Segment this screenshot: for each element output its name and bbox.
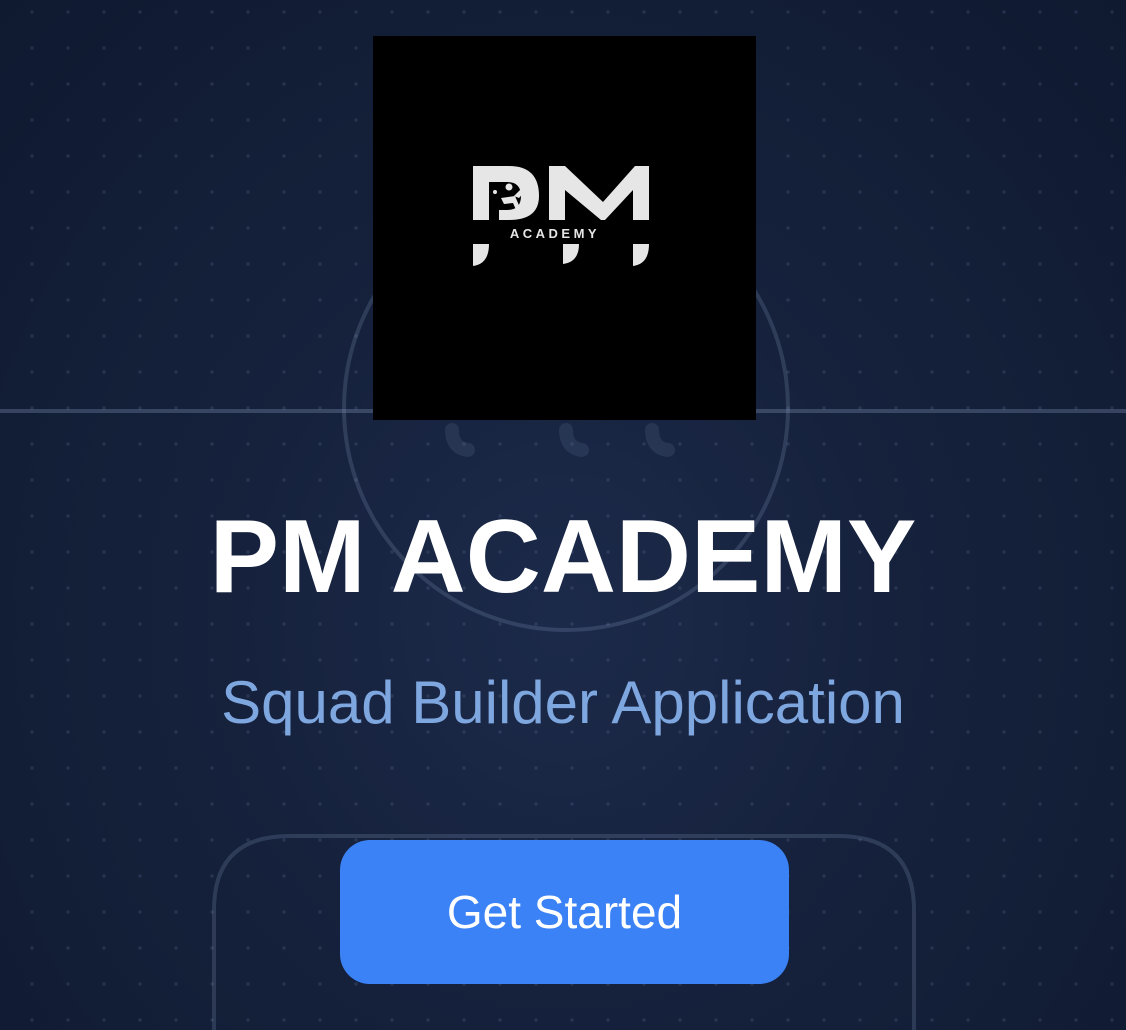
get-started-button[interactable]: Get Started <box>340 840 789 984</box>
page-title: PM ACADEMY <box>209 499 917 615</box>
pm-monogram-icon: ACADEMY <box>473 166 649 266</box>
svg-text:ACADEMY: ACADEMY <box>510 226 600 241</box>
page-subtitle: Squad Builder Application <box>221 669 905 736</box>
logo-reflection <box>445 423 675 457</box>
academy-logo: ACADEMY <box>373 36 756 420</box>
